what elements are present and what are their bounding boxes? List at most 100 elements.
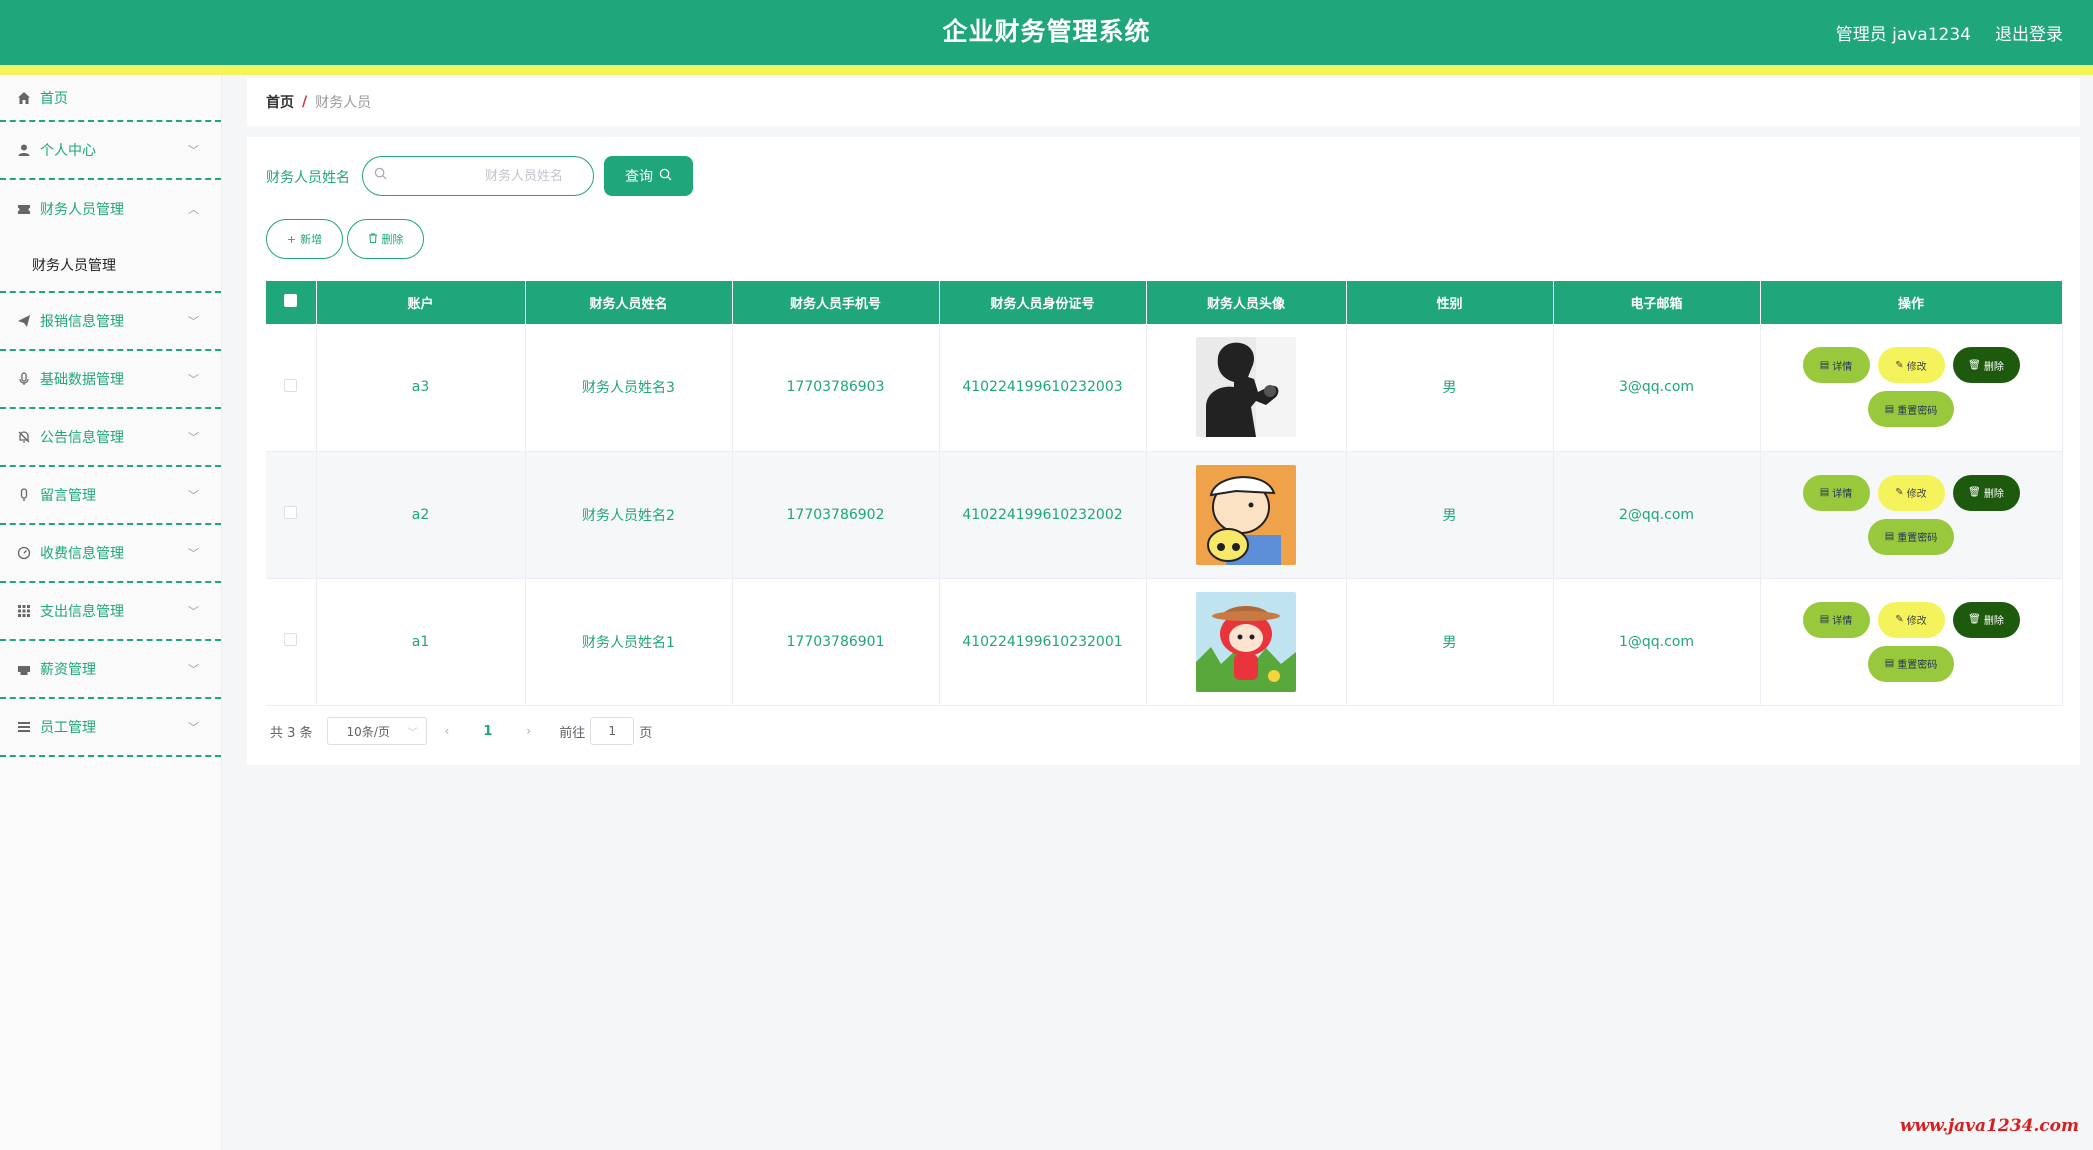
chevron-down-icon: ﹀ bbox=[188, 605, 199, 618]
edit-label: 修改 bbox=[1906, 361, 1927, 373]
document-icon: ▤ bbox=[1819, 359, 1830, 371]
chevron-down-icon: ﹀ bbox=[188, 315, 199, 328]
reset-password-button[interactable]: ▤ 重置密码 bbox=[1868, 645, 1954, 682]
avatar-cell bbox=[1146, 578, 1347, 706]
sidebar-item-reimbursement[interactable]: 报销信息管理 ﹀ bbox=[0, 293, 221, 351]
column-header: 财务人员手机号 bbox=[732, 281, 940, 324]
column-header: 财务人员身份证号 bbox=[939, 281, 1147, 324]
email-cell: 3@qq.com bbox=[1553, 324, 1761, 452]
sidebar-item-base-data[interactable]: 基础数据管理 ﹀ bbox=[0, 351, 221, 409]
document-icon: ▤ bbox=[1884, 531, 1895, 542]
row-delete-button[interactable]: 🗑 删除 bbox=[1952, 474, 2020, 511]
top-header: 企业财务管理系统 管理员 java1234 退出登录 bbox=[0, 0, 2093, 65]
user-icon bbox=[16, 142, 32, 158]
breadcrumb-current: 财务人员 bbox=[315, 95, 372, 111]
select-all-cell[interactable] bbox=[266, 281, 317, 324]
avatar-cell bbox=[1146, 324, 1347, 452]
current-user: 管理员 java1234 bbox=[1835, 25, 1971, 45]
phone-cell: 17703786902 bbox=[732, 451, 940, 579]
row-checkbox[interactable] bbox=[284, 633, 298, 646]
chevron-down-icon: ﹀ bbox=[407, 727, 418, 739]
column-header: 财务人员姓名 bbox=[525, 281, 733, 324]
edit-button[interactable]: ✎ 修改 bbox=[1877, 474, 1945, 511]
query-button[interactable]: 查询 bbox=[604, 156, 693, 196]
logout-link[interactable]: 退出登录 bbox=[1995, 20, 2063, 45]
search-field[interactable] bbox=[362, 156, 594, 196]
row-select-cell[interactable] bbox=[266, 451, 317, 579]
sidebar-subitem-finance-staff[interactable]: 财务人员管理 bbox=[0, 238, 221, 293]
chevron-down-icon: ﹀ bbox=[188, 721, 199, 734]
chevron-up-icon: ︿ bbox=[188, 203, 199, 216]
phone-cell: 17703786903 bbox=[732, 324, 940, 452]
next-page-button[interactable]: › bbox=[526, 724, 531, 738]
sidebar-item-employees[interactable]: 员工管理 ﹀ bbox=[0, 699, 221, 757]
chevron-down-icon: ﹀ bbox=[188, 489, 199, 502]
account-cell: a1 bbox=[316, 578, 526, 706]
sidebar-item-announcement[interactable]: 公告信息管理 ﹀ bbox=[0, 409, 221, 467]
add-button[interactable]: + 新增 bbox=[266, 219, 343, 259]
cartoon-girl-avatar[interactable] bbox=[1196, 591, 1296, 692]
reset-password-button[interactable]: ▤ 重置密码 bbox=[1868, 391, 1954, 428]
email-cell: 2@qq.com bbox=[1553, 451, 1761, 579]
sidebar: 首页 个人中心 ﹀ 财务人员管理 ︿ 财务人员管理 报销信息管理 ﹀ 基础数据管… bbox=[0, 75, 222, 1150]
pencil-icon: ✎ bbox=[1895, 359, 1904, 371]
detail-button[interactable]: ▤ 详情 bbox=[1802, 601, 1870, 638]
breadcrumb-home[interactable]: 首页 bbox=[266, 92, 294, 112]
avatar-cell bbox=[1146, 451, 1347, 579]
reset-label: 重置密码 bbox=[1897, 405, 1938, 417]
sidebar-item-personal-center[interactable]: 个人中心 ﹀ bbox=[0, 122, 221, 180]
man-silhouette-avatar[interactable] bbox=[1196, 337, 1296, 438]
delete-button-label: 删除 bbox=[381, 233, 404, 246]
chevron-down-icon: ﹀ bbox=[188, 547, 199, 560]
page-size-value: 10条/页 bbox=[346, 724, 390, 739]
goto-page-input[interactable] bbox=[590, 717, 635, 745]
search-input[interactable] bbox=[393, 157, 583, 195]
phone-cell: 17703786901 bbox=[732, 578, 940, 706]
sidebar-item-label: 首页 bbox=[40, 90, 68, 107]
delete-button[interactable]: 删除 bbox=[347, 219, 424, 259]
name-cell: 财务人员姓名2 bbox=[525, 451, 733, 579]
detail-label: 详情 bbox=[1832, 616, 1853, 627]
search-icon bbox=[374, 167, 387, 184]
ticket-icon bbox=[16, 201, 32, 217]
trash-icon: 🗑 bbox=[1968, 359, 1981, 371]
detail-button[interactable]: ▤ 详情 bbox=[1802, 347, 1870, 384]
app-title: 企业财务管理系统 bbox=[942, 17, 1151, 46]
row-checkbox[interactable] bbox=[284, 378, 298, 392]
pagination-total: 共 3 条 bbox=[270, 725, 313, 741]
sidebar-item-salary[interactable]: 薪资管理 ﹀ bbox=[0, 641, 221, 699]
sidebar-item-expenses[interactable]: 支出信息管理 ﹀ bbox=[0, 583, 221, 641]
detail-button[interactable]: ▤ 详情 bbox=[1802, 474, 1870, 511]
pencil-icon: ✎ bbox=[1895, 614, 1904, 625]
account-cell: a2 bbox=[316, 451, 526, 579]
gender-cell: 男 bbox=[1346, 324, 1554, 452]
column-header: 账户 bbox=[316, 281, 526, 324]
document-icon: ▤ bbox=[1884, 658, 1895, 669]
edit-button[interactable]: ✎ 修改 bbox=[1877, 347, 1945, 384]
document-icon: ▤ bbox=[1819, 614, 1830, 625]
row-checkbox[interactable] bbox=[284, 506, 298, 519]
prev-page-button[interactable]: ‹ bbox=[445, 724, 450, 738]
reset-password-button[interactable]: ▤ 重置密码 bbox=[1868, 518, 1954, 555]
page-size-select[interactable]: 10条/页 ﹀ bbox=[326, 717, 427, 745]
cartoon-boy-avatar[interactable] bbox=[1196, 464, 1296, 565]
finance-staff-table: 账户 财务人员姓名 财务人员手机号 财务人员身份证号 财务人员头像 性别 电子邮… bbox=[266, 281, 2063, 706]
pencil-icon: ✎ bbox=[1895, 487, 1904, 498]
row-select-cell[interactable] bbox=[266, 578, 317, 706]
row-delete-button[interactable]: 🗑 删除 bbox=[1952, 347, 2020, 384]
operations-cell: ▤ 详情 ✎ 修改 🗑 删除 ▤ 重置密码 bbox=[1760, 324, 2063, 452]
sidebar-item-finance-staff[interactable]: 财务人员管理 ︿ bbox=[0, 180, 221, 238]
gender-cell: 男 bbox=[1346, 578, 1554, 706]
sidebar-item-fees[interactable]: 收费信息管理 ﹀ bbox=[0, 525, 221, 583]
edit-button[interactable]: ✎ 修改 bbox=[1877, 601, 1945, 638]
sidebar-item-label: 收费信息管理 bbox=[40, 546, 124, 562]
trash-icon bbox=[368, 233, 378, 246]
current-page[interactable]: 1 bbox=[483, 724, 492, 739]
watermark: www.java1234.com bbox=[1899, 1116, 2079, 1136]
row-delete-button[interactable]: 🗑 删除 bbox=[1952, 601, 2020, 638]
email-cell: 1@qq.com bbox=[1553, 578, 1761, 706]
sidebar-item-messages[interactable]: 留言管理 ﹀ bbox=[0, 467, 221, 525]
row-select-cell[interactable] bbox=[266, 324, 317, 452]
sidebar-item-home[interactable]: 首页 bbox=[0, 75, 221, 122]
select-all-checkbox[interactable] bbox=[284, 294, 298, 307]
